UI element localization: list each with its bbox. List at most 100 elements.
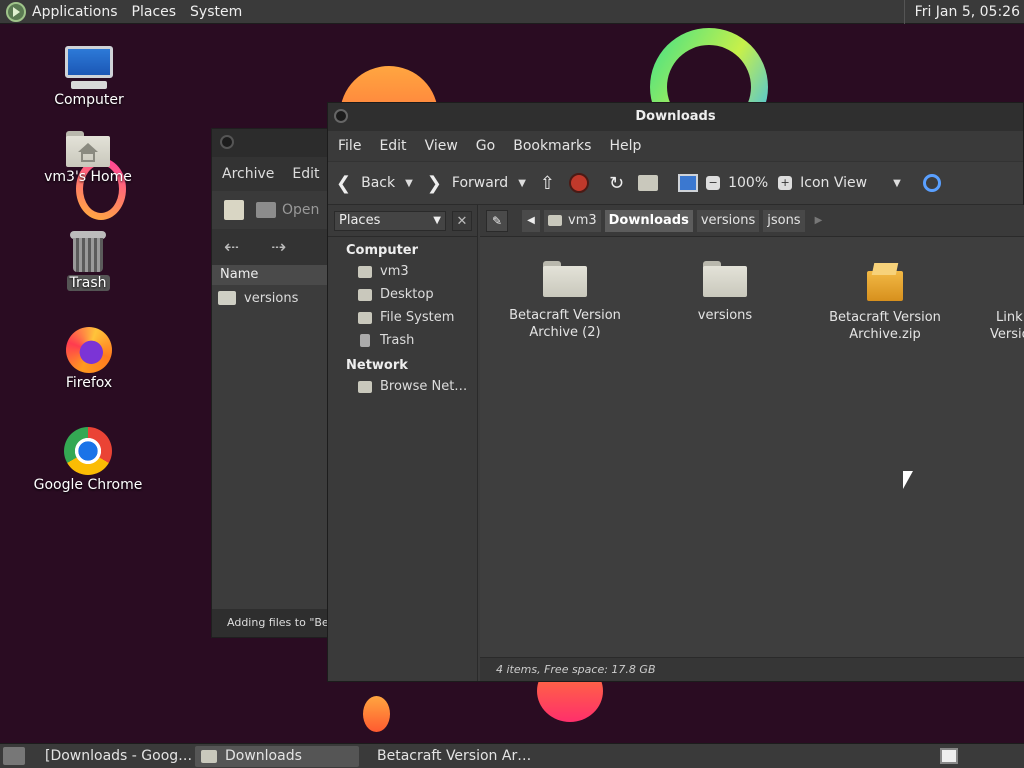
- breadcrumb-jsons[interactable]: jsons: [763, 209, 805, 232]
- chevron-down-icon: ▼: [433, 215, 441, 226]
- taskbar: [Downloads - Goog… Downloads Betacraft V…: [0, 743, 1024, 768]
- computer-icon: [65, 46, 113, 90]
- computer-icon[interactable]: [678, 174, 699, 192]
- folder-icon: [201, 749, 217, 763]
- file-item[interactable]: Link Versio: [976, 309, 1024, 343]
- zoom-in-icon[interactable]: +: [778, 176, 793, 190]
- column-header-name[interactable]: Name: [212, 265, 340, 285]
- sidebar-selector-label: Places: [339, 213, 381, 228]
- sidebar-item-label: Trash: [380, 333, 415, 348]
- reload-icon[interactable]: ↻: [609, 173, 624, 194]
- window-close-button[interactable]: [334, 109, 348, 123]
- zoom-out-icon[interactable]: −: [706, 176, 721, 190]
- show-desktop-icon[interactable]: [3, 747, 25, 765]
- sidebar-item-trash[interactable]: Trash: [328, 329, 477, 352]
- forward-button[interactable]: ❯ Forward: [427, 173, 508, 194]
- menubar: File Edit View Go Bookmarks Help: [328, 131, 1023, 161]
- mate-logo-icon[interactable]: [6, 1, 26, 22]
- open-folder-icon[interactable]: [256, 202, 276, 218]
- window-titlebar[interactable]: Downloads: [328, 103, 1023, 131]
- trash-icon: [360, 334, 370, 347]
- menu-archive[interactable]: Archive: [222, 166, 274, 182]
- home-icon: [548, 215, 562, 226]
- close-icon[interactable]: ✕: [452, 210, 472, 231]
- view-mode-dropdown[interactable]: ▼: [893, 178, 901, 189]
- file-item-label-line2: Archive (2): [529, 325, 601, 340]
- home-icon[interactable]: [638, 175, 659, 191]
- list-item[interactable]: versions: [212, 285, 340, 311]
- desktop-icon-label: Computer: [54, 92, 124, 108]
- sidebar-item-file-system[interactable]: File System: [328, 306, 477, 329]
- window-titlebar[interactable]: [212, 129, 340, 157]
- back-button[interactable]: ❮ Back: [336, 173, 395, 194]
- desktop-icon-computer[interactable]: Computer: [29, 46, 149, 108]
- home-icon: [358, 265, 372, 278]
- back-arrow-icon[interactable]: ⇠: [224, 237, 239, 258]
- file-item-label-line1: versions: [697, 308, 753, 323]
- menu-help[interactable]: Help: [609, 138, 641, 154]
- task-downloads[interactable]: Downloads: [195, 745, 359, 767]
- sidebar-item-browse-network[interactable]: Browse Net…: [328, 375, 477, 398]
- sidebar-section-computer: Computer: [346, 243, 419, 258]
- folder-icon: [218, 291, 236, 305]
- panel-clock[interactable]: Fri Jan 5, 05:26: [903, 0, 1020, 24]
- zoom-level[interactable]: 100%: [728, 175, 768, 191]
- back-history-dropdown[interactable]: ▼: [405, 178, 413, 189]
- breadcrumb-label: jsons: [767, 212, 801, 228]
- chrome-icon: [64, 427, 112, 475]
- window-title: Downloads: [635, 109, 716, 124]
- desktop-icon-chrome[interactable]: Google Chrome: [28, 427, 148, 493]
- file-manager-window[interactable]: Downloads File Edit View Go Bookmarks He…: [327, 102, 1024, 682]
- file-item[interactable]: versions: [660, 261, 790, 324]
- menu-bookmarks[interactable]: Bookmarks: [513, 138, 591, 154]
- up-arrow-icon[interactable]: ⇧: [540, 173, 555, 194]
- menu-file[interactable]: File: [338, 138, 361, 154]
- sidebar-item-label: Desktop: [380, 287, 434, 302]
- places-menu[interactable]: Places: [132, 4, 177, 20]
- applications-menu[interactable]: Applications: [32, 4, 118, 20]
- menu-edit[interactable]: Edit: [379, 138, 406, 154]
- new-archive-icon[interactable]: [224, 200, 244, 220]
- desktop-icon-trash[interactable]: Trash: [28, 231, 148, 291]
- breadcrumb-versions[interactable]: versions: [696, 209, 760, 232]
- sidebar-selector[interactable]: Places ▼: [334, 210, 446, 231]
- forward-history-dropdown[interactable]: ▼: [518, 178, 526, 189]
- window-close-button[interactable]: [220, 135, 234, 149]
- folder-icon: [703, 261, 747, 297]
- path-left-arrow-icon[interactable]: ◀: [522, 209, 540, 232]
- task-chrome[interactable]: [Downloads - Goog…: [31, 746, 191, 767]
- notes-icon[interactable]: [940, 748, 958, 764]
- toolbar: ❮ Back ▼ ❯ Forward ▼ ⇧ ↻ − 100% + Icon V…: [328, 161, 1023, 205]
- file-item-label-line2: Versio: [990, 327, 1024, 342]
- desktop-icon-firefox[interactable]: Firefox: [29, 327, 149, 391]
- breadcrumb-label: vm3: [568, 212, 597, 228]
- sidebar-item-label: Browse Net…: [380, 379, 468, 394]
- menu-go[interactable]: Go: [476, 138, 495, 154]
- view-mode-select[interactable]: Icon View: [800, 175, 867, 191]
- menu-view[interactable]: View: [425, 138, 458, 154]
- edit-location-icon[interactable]: ✎: [486, 209, 508, 232]
- status-bar: Adding files to "Beta: [212, 609, 340, 637]
- sidebar-item-desktop[interactable]: Desktop: [328, 283, 477, 306]
- system-menu[interactable]: System: [190, 4, 242, 20]
- archive-manager-window[interactable]: Archive Edit Open ⇠ ⇢ Name versions Addi…: [211, 128, 341, 638]
- sidebar-item-vm3[interactable]: vm3: [328, 260, 477, 283]
- sidebar-item-label: vm3: [380, 264, 409, 279]
- file-item[interactable]: Betacraft Version Archive (2): [500, 261, 630, 341]
- path-right-arrow-icon[interactable]: ▶: [815, 215, 823, 226]
- search-icon[interactable]: [922, 174, 941, 192]
- file-view[interactable]: Betacraft Version Archive (2) versions B…: [480, 237, 1024, 657]
- task-label: [Downloads - Goog…: [45, 748, 191, 764]
- breadcrumb-downloads[interactable]: Downloads: [604, 209, 693, 232]
- task-archive-manager[interactable]: Betacraft Version Ar…: [363, 746, 533, 767]
- desktop-icon-home[interactable]: vm3's Home: [28, 131, 148, 185]
- open-button[interactable]: Open: [282, 202, 319, 218]
- forward-arrow-icon[interactable]: ⇢: [271, 237, 286, 258]
- desktop-icon-label: Google Chrome: [33, 477, 143, 493]
- back-button-label: Back: [361, 175, 396, 191]
- firefox-icon: [66, 327, 112, 373]
- menu-edit[interactable]: Edit: [292, 166, 319, 182]
- breadcrumb-vm3[interactable]: vm3: [544, 209, 601, 232]
- stop-icon[interactable]: [569, 173, 589, 193]
- file-item[interactable]: Betacraft Version Archive.zip: [820, 263, 950, 343]
